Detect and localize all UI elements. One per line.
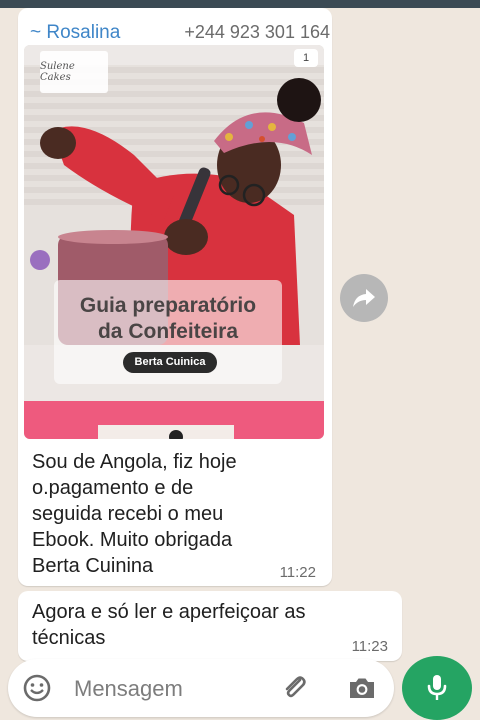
microphone-icon [427, 675, 447, 700]
message-bubble-incoming[interactable]: ~ Rosalina +244 923 301 164 1 Sulene Cak… [18, 8, 332, 586]
message-time: 11:22 [279, 564, 316, 581]
message-text-line: Agora e só ler e aperfeiçoar as [32, 601, 306, 623]
camera-icon [350, 678, 374, 698]
message-header: ~ Rosalina +244 923 301 164 [30, 16, 330, 46]
camera-button[interactable] [346, 673, 378, 703]
sender-phone[interactable]: +244 923 301 164 [184, 22, 330, 43]
message-text-line: Ebook. Muito obrigada [32, 529, 233, 551]
message-text-line: técnicas [32, 627, 106, 649]
message-time: 11:23 [351, 638, 388, 655]
cover-title-card: Guia preparatório da Confeiteira Berta C… [49, 288, 287, 384]
message-text-line: Berta Cuinina [32, 555, 154, 577]
message-text: Sou de Angola, fiz hoje o.pagamento e de… [32, 449, 292, 579]
attach-button[interactable] [280, 673, 310, 703]
image-attachment[interactable]: 1 Sulene Cakes Guia preparatório da Conf… [24, 45, 324, 439]
cover-author: Berta Cuinica [123, 352, 217, 373]
message-text-line: o.pagamento e de [32, 477, 194, 499]
top-bar [0, 0, 480, 8]
sender-name[interactable]: ~ Rosalina [30, 22, 120, 44]
brand-logo: Sulene Cakes [40, 51, 108, 93]
page-count-badge: 1 [294, 49, 318, 67]
message-text-line: Sou de Angola, fiz hoje [32, 451, 237, 473]
cover-title-line2: da Confeiteira [97, 320, 239, 343]
emoji-button[interactable] [22, 673, 52, 703]
paperclip-icon [285, 676, 306, 698]
message-bubble-incoming[interactable]: Agora e só ler e aperfeiçoar as técnicas… [18, 591, 402, 661]
mic-button[interactable] [402, 656, 472, 720]
emoji-icon [23, 674, 51, 702]
message-text-line: seguida recebi o meu [32, 503, 224, 525]
message-composer [8, 659, 394, 717]
message-input[interactable] [72, 674, 266, 704]
forward-icon [353, 289, 375, 307]
cover-title-line1: Guia preparatório [79, 294, 257, 317]
message-text: Agora e só ler e aperfeiçoar as técnicas [32, 599, 372, 651]
forward-button[interactable] [340, 274, 388, 322]
